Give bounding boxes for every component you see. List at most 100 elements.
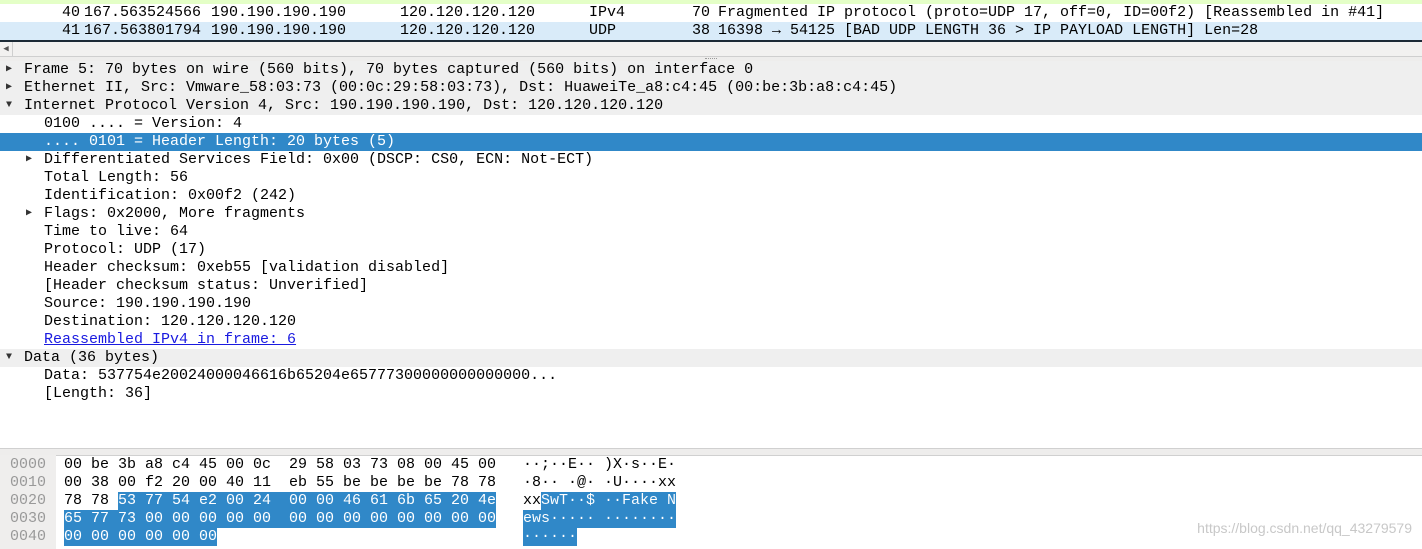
hex-byte[interactable]: be xyxy=(397,474,415,492)
tree-item[interactable]: ▼ Data (36 bytes) xyxy=(0,349,1422,367)
hex-byte[interactable]: 20 xyxy=(451,492,478,510)
hex-byte[interactable]: 24 xyxy=(253,492,289,510)
hex-byte[interactable]: c4 xyxy=(172,456,190,474)
hex-byte[interactable]: a8 xyxy=(145,456,163,474)
hex-byte[interactable]: 00 xyxy=(289,510,316,528)
tree-item[interactable]: ▶ Frame 5: 70 bytes on wire (560 bits), 7… xyxy=(0,61,1422,79)
hex-byte[interactable]: 00 xyxy=(118,528,145,546)
tree-item[interactable]: Total Length: 56 xyxy=(0,169,1422,187)
tree-item[interactable]: Header checksum: 0xeb55 [validation disa… xyxy=(0,259,1422,277)
packet-row[interactable]: 40 167.563524566 190.190.190.190 120.120.12… xyxy=(0,4,1422,22)
hex-byte[interactable]: 00 xyxy=(424,510,451,528)
hex-byte[interactable]: be xyxy=(424,474,442,492)
hex-byte[interactable]: f2 xyxy=(145,474,163,492)
tree-item[interactable]: Reassembled IPv4 in frame: 6 xyxy=(0,331,1422,349)
hex-byte[interactable]: 6b xyxy=(397,492,424,510)
hex-byte[interactable]: 29 xyxy=(289,456,307,474)
hex-byte[interactable]: 00 xyxy=(226,510,253,528)
scroll-left-icon[interactable]: ◀ xyxy=(0,42,13,56)
hex-byte[interactable]: 00 xyxy=(64,456,82,474)
hex-byte[interactable]: 65 xyxy=(424,492,451,510)
horizontal-scrollbar[interactable]: ◀ xyxy=(0,42,1422,57)
hex-byte[interactable]: 00 xyxy=(226,492,253,510)
hex-byte[interactable]: 00 xyxy=(253,510,289,528)
hex-byte[interactable]: 77 xyxy=(91,510,118,528)
hex-byte[interactable]: 73 xyxy=(370,456,388,474)
tree-item[interactable]: Protocol: UDP (17) xyxy=(0,241,1422,259)
tree-item[interactable]: Data: 537754e20024000046616b65204e657773… xyxy=(0,367,1422,385)
tree-item[interactable]: ▶ Differentiated Services Field: 0x00 (DS… xyxy=(0,151,1422,169)
hex-byte[interactable]: 40 xyxy=(226,474,244,492)
hex-byte[interactable]: 00 xyxy=(424,456,442,474)
hex-byte[interactable]: 4e xyxy=(478,492,496,510)
hex-byte[interactable]: 00 xyxy=(118,474,136,492)
hex-byte[interactable]: 00 xyxy=(91,528,118,546)
reassembled-link[interactable]: Reassembled IPv4 in frame: 6 xyxy=(44,331,296,349)
collapsed-arrow-icon[interactable]: ▶ xyxy=(6,79,12,97)
hex-byte[interactable]: 08 xyxy=(397,456,415,474)
hex-byte[interactable]: 00 xyxy=(289,492,316,510)
tree-item[interactable]: [Length: 36] xyxy=(0,385,1422,403)
hex-byte[interactable]: 38 xyxy=(91,474,109,492)
hex-byte[interactable]: 65 xyxy=(64,510,91,528)
hex-byte[interactable]: 0c xyxy=(253,456,271,474)
hex-byte[interactable]: 00 xyxy=(478,510,496,528)
expanded-arrow-icon[interactable]: ▼ xyxy=(6,349,12,367)
hex-byte[interactable]: 00 xyxy=(451,510,478,528)
hex-byte[interactable]: be xyxy=(91,456,109,474)
hex-byte[interactable]: 78 xyxy=(64,492,82,510)
packet-row[interactable]: 41 167.563801794 190.190.190.190 120.120.12… xyxy=(0,22,1422,40)
hex-byte[interactable]: 00 xyxy=(199,510,226,528)
hex-byte[interactable]: 53 xyxy=(118,492,145,510)
hex-byte[interactable]: 11 xyxy=(253,474,271,492)
hex-byte[interactable]: 00 xyxy=(64,474,82,492)
hex-byte[interactable]: 78 xyxy=(91,492,109,510)
hex-byte[interactable]: 00 xyxy=(64,528,91,546)
tree-item[interactable]: 0100 .... = Version: 4 xyxy=(0,115,1422,133)
tree-item[interactable]: ▶ Flags: 0x2000, More fragments xyxy=(0,205,1422,223)
hex-byte[interactable]: 00 xyxy=(172,510,199,528)
tree-item[interactable]: [Header checksum status: Unverified] xyxy=(0,277,1422,295)
hex-byte[interactable]: 58 xyxy=(316,456,334,474)
expanded-arrow-icon[interactable]: ▼ xyxy=(6,97,12,115)
tree-item[interactable]: Identification: 0x00f2 (242) xyxy=(0,187,1422,205)
hex-byte[interactable]: 00 xyxy=(370,510,397,528)
collapsed-arrow-icon[interactable]: ▶ xyxy=(26,205,32,223)
collapsed-arrow-icon[interactable]: ▶ xyxy=(6,61,12,79)
tree-item[interactable]: Time to live: 64 xyxy=(0,223,1422,241)
hex-byte[interactable]: 00 xyxy=(199,474,217,492)
tree-item[interactable]: Source: 190.190.190.190 xyxy=(0,295,1422,313)
tree-item[interactable]: ▶ Ethernet II, Src: Vmware_58:03:73 (00:0… xyxy=(0,79,1422,97)
hex-byte[interactable]: 00 xyxy=(199,528,217,546)
hex-byte[interactable]: 00 xyxy=(145,510,172,528)
hex-byte[interactable]: eb xyxy=(289,474,307,492)
tree-item[interactable]: Destination: 120.120.120.120 xyxy=(0,313,1422,331)
hex-byte[interactable]: 46 xyxy=(343,492,370,510)
hex-byte[interactable]: 03 xyxy=(343,456,361,474)
hex-byte[interactable]: 77 xyxy=(145,492,172,510)
hex-byte[interactable]: 73 xyxy=(118,510,145,528)
collapsed-arrow-icon[interactable]: ▶ xyxy=(26,151,32,169)
hex-byte[interactable]: 00 xyxy=(316,510,343,528)
hex-byte[interactable]: 00 xyxy=(172,528,199,546)
hex-byte[interactable]: 45 xyxy=(199,456,217,474)
hex-byte[interactable]: 00 xyxy=(316,492,343,510)
hex-byte[interactable]: 00 xyxy=(145,528,172,546)
hex-byte[interactable]: 78 xyxy=(451,474,469,492)
hex-byte[interactable]: 61 xyxy=(370,492,397,510)
hex-byte[interactable]: 45 xyxy=(451,456,469,474)
hex-byte[interactable]: 00 xyxy=(226,456,244,474)
hex-byte[interactable]: 54 xyxy=(172,492,199,510)
hex-byte[interactable]: 55 xyxy=(316,474,334,492)
hex-byte[interactable]: 00 xyxy=(343,510,370,528)
hex-byte[interactable]: be xyxy=(343,474,361,492)
hex-byte[interactable]: 00 xyxy=(397,510,424,528)
hex-byte[interactable]: 78 xyxy=(478,474,496,492)
hex-byte[interactable]: 00 xyxy=(478,456,496,474)
tree-item[interactable]: .... 0101 = Header Length: 20 bytes (5) xyxy=(0,133,1422,151)
tree-item[interactable]: ▼ Internet Protocol Version 4, Src: 190.1… xyxy=(0,97,1422,115)
hex-byte[interactable]: e2 xyxy=(199,492,226,510)
hex-byte[interactable]: 20 xyxy=(172,474,190,492)
hex-byte[interactable]: 3b xyxy=(118,456,136,474)
hex-byte[interactable]: be xyxy=(370,474,388,492)
